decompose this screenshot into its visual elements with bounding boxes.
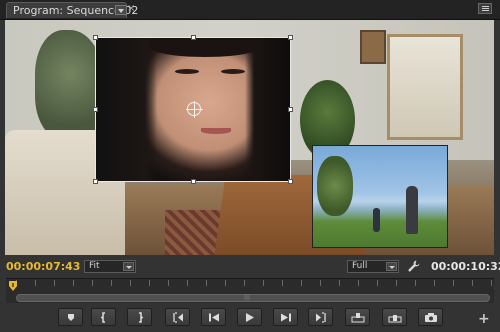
current-timecode[interactable]: 00:00:07:43 xyxy=(6,260,80,273)
overwrite-button[interactable] xyxy=(382,308,407,326)
marker-icon xyxy=(68,314,74,321)
grip-icon: ||| xyxy=(244,294,251,301)
add-marker-button[interactable] xyxy=(58,308,83,326)
mark-out-button[interactable] xyxy=(127,308,152,326)
play-button[interactable] xyxy=(237,308,262,326)
chevron-down-icon xyxy=(123,262,134,271)
video-viewer[interactable] xyxy=(5,20,494,255)
export-frame-button[interactable] xyxy=(418,308,443,326)
plus-icon[interactable]: + xyxy=(478,311,490,327)
mark-in-button[interactable] xyxy=(91,308,116,326)
program-monitor-panel: Program: Sequence 02 × 00:00:07:43 Fit F… xyxy=(0,0,500,332)
time-ruler[interactable] xyxy=(6,278,494,293)
mark-out-icon xyxy=(139,312,143,323)
wrench-icon[interactable] xyxy=(407,259,421,273)
playback-resolution-select[interactable]: Full xyxy=(347,260,399,273)
overwrite-icon xyxy=(388,315,402,323)
step-back-icon xyxy=(209,313,219,322)
zoom-scroll-thumb[interactable] xyxy=(16,294,490,302)
playhead-icon[interactable] xyxy=(9,281,17,291)
go-to-out-button[interactable] xyxy=(308,308,333,326)
beach-clip-overlay[interactable] xyxy=(312,145,448,248)
panel-menu-icon[interactable] xyxy=(478,3,492,14)
playback-resolution-value: Full xyxy=(352,261,368,271)
chevron-down-icon[interactable] xyxy=(115,5,127,15)
go-to-in-button[interactable] xyxy=(165,308,190,326)
insert-button[interactable] xyxy=(345,308,370,326)
anchor-crosshair-icon[interactable] xyxy=(186,101,203,118)
panel-tab-bar: Program: Sequence 02 × xyxy=(0,0,500,20)
zoom-fit-value: Fit xyxy=(89,261,100,271)
step-forward-icon xyxy=(281,313,291,322)
go-to-in-icon xyxy=(173,312,183,323)
camera-icon xyxy=(425,313,437,322)
mark-in-icon xyxy=(101,312,105,323)
close-icon[interactable]: × xyxy=(127,3,135,14)
zoom-fit-select[interactable]: Fit xyxy=(84,260,136,273)
tab-program-sequence[interactable]: Program: Sequence 02 xyxy=(6,2,138,18)
duration-timecode: 00:00:10:32 xyxy=(431,260,500,273)
play-icon xyxy=(246,313,254,322)
step-back-button[interactable] xyxy=(201,308,226,326)
chevron-down-icon xyxy=(386,262,397,271)
insert-icon xyxy=(351,313,365,323)
step-forward-button[interactable] xyxy=(273,308,298,326)
go-to-out-icon xyxy=(316,312,326,323)
